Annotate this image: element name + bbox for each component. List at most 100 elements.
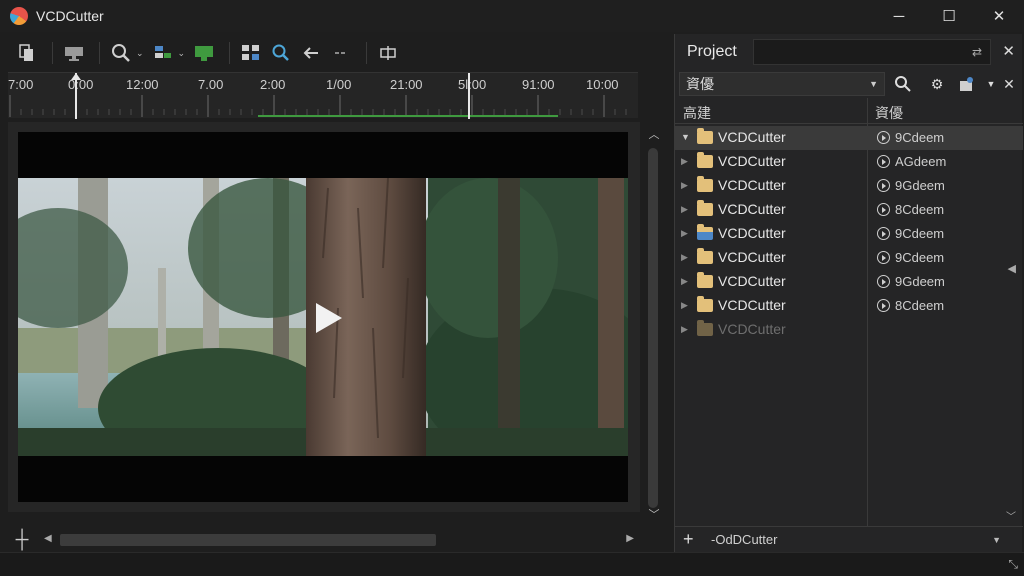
- list-item[interactable]: ▶ VCDCutter 9Cdeem: [675, 246, 1023, 270]
- chevron-down-icon: ▼: [869, 79, 878, 89]
- green-monitor-icon[interactable]: [191, 39, 217, 67]
- scroll-left-icon[interactable]: ◀: [44, 533, 52, 544]
- chevron-down-icon[interactable]: ▼: [992, 535, 1001, 545]
- split-icon[interactable]: [375, 39, 401, 67]
- expand-icon[interactable]: ▶: [681, 156, 688, 167]
- column-header-duration[interactable]: 資優: [875, 103, 903, 123]
- maximize-button[interactable]: ☐: [924, 0, 974, 32]
- item-duration: 9Gdeem: [895, 274, 945, 289]
- search-icon[interactable]: [268, 39, 294, 67]
- toolbar-divider: [229, 42, 231, 64]
- video-image: [18, 178, 628, 456]
- ruler-label: 2:00: [260, 77, 286, 92]
- project-search-input[interactable]: ⇄: [753, 39, 991, 65]
- ruler-label: 7.00: [198, 77, 224, 92]
- expand-icon[interactable]: ▼: [681, 132, 690, 142]
- expand-icon[interactable]: ▶: [681, 324, 688, 335]
- ruler-labels: 7:00 0:00 12:00 7.00 2:00 1/00 21:00 5l:…: [8, 75, 638, 93]
- ruler-label: 91:00: [522, 77, 555, 92]
- project-title: Project: [687, 43, 737, 60]
- clip-icon: [877, 299, 890, 312]
- chevron-down-icon[interactable]: ⌄: [136, 48, 144, 59]
- folder-icon: [697, 224, 713, 240]
- ruler-label: 5l:00: [458, 77, 487, 92]
- horizontal-scrollbar[interactable]: ◀ ▶: [40, 530, 636, 548]
- folder-icon: [697, 272, 713, 288]
- playhead-marker-icon[interactable]: [71, 73, 81, 80]
- gear-icon[interactable]: ⚙: [927, 74, 947, 94]
- zoom-icon[interactable]: [108, 39, 134, 67]
- filter-select[interactable]: 資優 ▼: [679, 72, 885, 96]
- list-item[interactable]: ▶ VCDCutter 8Cdeem: [675, 198, 1023, 222]
- close-icon[interactable]: ✕: [1002, 42, 1015, 60]
- import-icon[interactable]: [957, 74, 977, 94]
- list-item[interactable]: ▶ VCDCutter 9Cdeem: [675, 222, 1023, 246]
- clip-icon: [877, 251, 890, 264]
- list-item[interactable]: ▼ VCDCutter 9Cdeem: [675, 126, 1023, 150]
- bottom-bin-select[interactable]: -OdDCutter: [711, 532, 777, 547]
- resize-grip-icon[interactable]: ⤡: [1008, 557, 1018, 572]
- search-icon[interactable]: [893, 74, 913, 94]
- scroll-thumb[interactable]: [648, 148, 658, 508]
- collapse-arrow-icon[interactable]: ◀: [1008, 262, 1016, 275]
- item-name: VCDCutter: [718, 153, 786, 169]
- column-headers: 高建 資優: [675, 98, 1023, 124]
- close-button[interactable]: ✕: [974, 0, 1024, 32]
- title-bar: VCDCutter ─ ☐ ✕: [0, 0, 1024, 32]
- folder-icon: [697, 320, 713, 336]
- vertical-scrollbar[interactable]: ︿ ﹀: [642, 122, 666, 526]
- video-frame[interactable]: [18, 132, 628, 502]
- expand-icon[interactable]: ▶: [681, 180, 688, 191]
- project-list: ▼ VCDCutter 9Cdeem ▶ VCDCutter AGdeem ▶ …: [675, 126, 1023, 342]
- item-name: VCDCutter: [718, 297, 786, 313]
- window-controls: ─ ☐ ✕: [874, 0, 1024, 32]
- list-item[interactable]: ▶ VCDCutter 8Cdeem: [675, 294, 1023, 318]
- expand-icon[interactable]: ▶: [681, 300, 688, 311]
- timeline-ruler[interactable]: 7:00 0:00 12:00 7.00 2:00 1/00 21:00 5l:…: [8, 72, 638, 119]
- chevron-down-icon[interactable]: ⌄: [178, 48, 186, 59]
- project-header: Project ⇄ ✕: [675, 34, 1023, 70]
- item-name: VCDCutter: [718, 225, 786, 241]
- folder-icon: [697, 176, 713, 192]
- minimize-button[interactable]: ─: [874, 0, 924, 32]
- chevron-down-icon[interactable]: ▼: [981, 74, 1001, 94]
- project-toolbar: 資優 ▼ ⚙ ▼ ✕: [675, 70, 1023, 98]
- list-item[interactable]: ▶ VCDCutter AGdeem: [675, 150, 1023, 174]
- clip-icon: [877, 227, 890, 240]
- out-point-marker[interactable]: [468, 73, 470, 119]
- list-item[interactable]: ▶ VCDCutter 9Gdeem: [675, 174, 1023, 198]
- scroll-right-icon[interactable]: ▶: [626, 533, 634, 544]
- toolbar-divider: [52, 42, 53, 64]
- list-item[interactable]: ▶ VCDCutter 9Gdeem: [675, 270, 1023, 294]
- scroll-down-icon[interactable]: ﹀: [642, 504, 666, 524]
- dash-icon[interactable]: [328, 39, 354, 67]
- filter-icon[interactable]: ⇄: [972, 45, 982, 59]
- ruler-label: 7:00: [8, 77, 34, 92]
- filter-select-value: 資優: [686, 76, 714, 92]
- expand-icon[interactable]: ▶: [681, 252, 688, 263]
- item-duration: 8Cdeem: [895, 298, 945, 313]
- scroll-up-icon[interactable]: ︿: [642, 124, 666, 144]
- play-icon[interactable]: [316, 303, 342, 333]
- list-item[interactable]: ▶ VCDCutter: [675, 318, 1023, 342]
- layers-icon[interactable]: [150, 39, 176, 67]
- item-name: VCDCutter: [718, 177, 786, 193]
- column-header-name[interactable]: 高建: [683, 103, 711, 123]
- expand-icon[interactable]: ▶: [681, 276, 688, 287]
- back-arrow-icon[interactable]: [298, 39, 324, 67]
- grid-icon[interactable]: [238, 39, 264, 67]
- copy-icon[interactable]: [14, 39, 40, 67]
- scroll-down-icon[interactable]: ﹀: [1006, 508, 1016, 523]
- expand-icon[interactable]: ▶: [681, 228, 688, 239]
- clip-icon: [877, 155, 890, 168]
- hscroll-thumb[interactable]: [60, 534, 436, 546]
- window-title: VCDCutter: [36, 8, 104, 24]
- item-name: VCDCutter: [718, 249, 786, 265]
- timeline-bottom-bar: ┼ ◀ ▶: [0, 526, 668, 552]
- monitor-icon[interactable]: [61, 39, 87, 67]
- collapse-icon[interactable]: ✕: [999, 74, 1019, 94]
- add-icon[interactable]: +: [683, 529, 694, 550]
- add-track-icon[interactable]: ┼: [10, 528, 34, 550]
- expand-icon[interactable]: ▶: [681, 204, 688, 215]
- clip-icon: [877, 203, 890, 216]
